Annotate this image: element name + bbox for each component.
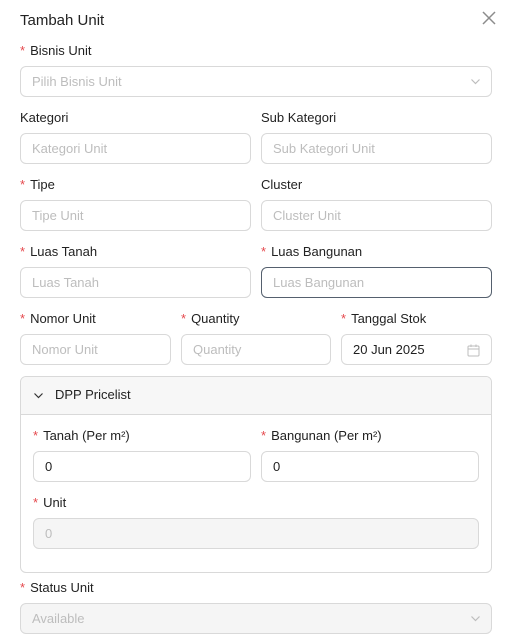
tipe-field: * Tipe: [20, 176, 251, 232]
bangunan-input[interactable]: [261, 451, 479, 482]
tanggal-stok-value: 20 Jun 2025: [353, 342, 425, 357]
status-unit-field: * Status Unit Available: [20, 579, 492, 634]
bangunan-field: * Bangunan (Per m²): [261, 427, 479, 485]
status-unit-value: Available: [32, 611, 85, 626]
kategori-label: Kategori: [20, 110, 69, 125]
kategori-field: Kategori: [20, 109, 251, 165]
tanggal-stok-label: Tanggal Stok: [351, 311, 427, 326]
required-marker: *: [33, 495, 39, 510]
required-marker: *: [20, 244, 26, 259]
nomor-unit-field: * Nomor Unit: [20, 310, 171, 366]
tanggal-stok-field: * Tanggal Stok 20 Jun 2025: [341, 310, 492, 366]
calendar-icon: [467, 344, 480, 357]
bangunan-label: Bangunan (Per m²): [271, 428, 382, 443]
close-icon[interactable]: [480, 9, 498, 27]
tipe-input[interactable]: [20, 200, 251, 231]
dpp-pricelist-panel: DPP Pricelist * Tanah (Per m²) * Bangunan …: [20, 376, 492, 573]
quantity-label: Quantity: [191, 311, 240, 326]
required-marker: *: [33, 428, 39, 443]
unit-label: Unit: [43, 495, 67, 510]
modal-title: Tambah Unit: [20, 12, 105, 29]
tanah-label: Tanah (Per m²): [43, 428, 130, 443]
unit-field: * Unit: [33, 494, 479, 552]
bisnis-unit-placeholder: Pilih Bisnis Unit: [32, 74, 122, 89]
quantity-input[interactable]: [181, 334, 331, 365]
unit-input: [33, 518, 479, 549]
nomor-unit-label: Nomor Unit: [30, 311, 96, 326]
bisnis-unit-field: * Bisnis Unit Pilih Bisnis Unit: [20, 42, 492, 98]
required-marker: *: [181, 311, 187, 326]
dpp-pricelist-title: DPP Pricelist: [55, 387, 131, 402]
chevron-down-icon: [34, 393, 43, 399]
chevron-down-icon: [471, 79, 480, 85]
nomor-unit-input[interactable]: [20, 334, 171, 365]
chevron-down-icon: [471, 616, 480, 622]
status-unit-label: Status Unit: [30, 580, 94, 595]
bisnis-unit-label: Bisnis Unit: [30, 43, 92, 58]
luas-tanah-input[interactable]: [20, 267, 251, 298]
kategori-input[interactable]: [20, 133, 251, 164]
required-marker: *: [20, 43, 26, 58]
tanah-input[interactable]: [33, 451, 251, 482]
bisnis-unit-select[interactable]: Pilih Bisnis Unit: [20, 66, 492, 97]
luas-bangunan-label: Luas Bangunan: [271, 244, 363, 259]
luas-bangunan-field: * Luas Bangunan: [261, 243, 492, 299]
luas-bangunan-input[interactable]: [261, 267, 492, 298]
quantity-field: * Quantity: [181, 310, 331, 366]
sub-kategori-field: Sub Kategori: [261, 109, 492, 165]
status-unit-select: Available: [20, 603, 492, 634]
dpp-pricelist-header[interactable]: DPP Pricelist: [21, 377, 491, 415]
required-marker: *: [20, 580, 26, 595]
luas-tanah-field: * Luas Tanah: [20, 243, 251, 299]
required-marker: *: [20, 311, 26, 326]
cluster-input[interactable]: [261, 200, 492, 231]
cluster-field: Cluster: [261, 176, 492, 232]
tipe-label: Tipe: [30, 177, 55, 192]
required-marker: *: [261, 244, 267, 259]
luas-tanah-label: Luas Tanah: [30, 244, 98, 259]
sub-kategori-input[interactable]: [261, 133, 492, 164]
cluster-label: Cluster: [261, 177, 303, 192]
sub-kategori-label: Sub Kategori: [261, 110, 337, 125]
tanah-field: * Tanah (Per m²): [33, 427, 251, 485]
tanggal-stok-picker[interactable]: 20 Jun 2025: [341, 334, 492, 365]
required-marker: *: [20, 177, 26, 192]
required-marker: *: [261, 428, 267, 443]
required-marker: *: [341, 311, 347, 326]
